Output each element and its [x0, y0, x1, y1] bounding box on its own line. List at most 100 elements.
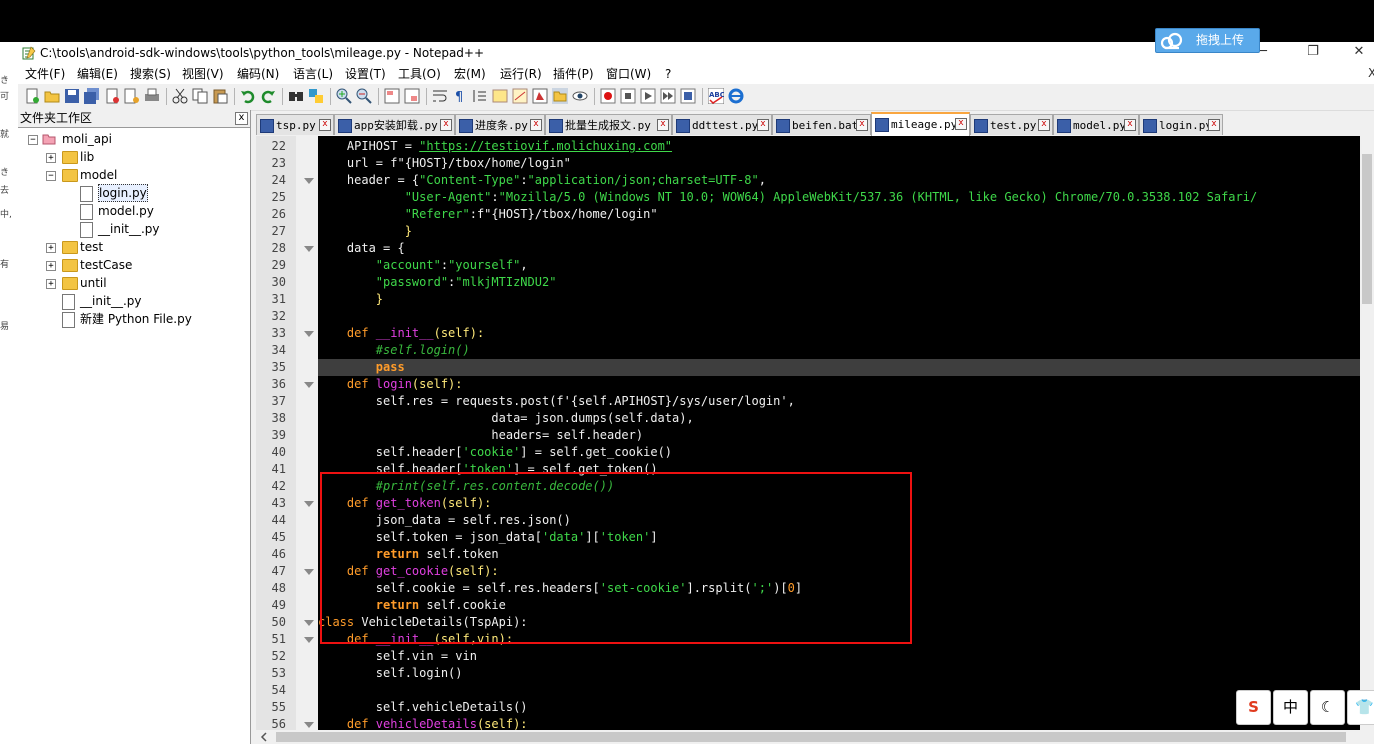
tab-close-icon[interactable]: x	[1038, 119, 1050, 131]
tab-5[interactable]: beifen.bat x	[772, 114, 871, 135]
menu-tools[interactable]: 工具(O)	[398, 66, 441, 82]
menu-edit[interactable]: 编辑(E)	[77, 66, 118, 82]
fold-arrow-icon[interactable]	[304, 382, 314, 388]
save-icon[interactable]	[64, 88, 80, 104]
fold-arrow-icon[interactable]	[304, 178, 314, 184]
tree-expander-icon[interactable]: +	[46, 261, 56, 271]
open-file-icon[interactable]	[44, 88, 60, 104]
vertical-scrollbar[interactable]	[1360, 136, 1374, 730]
tree-expander-icon[interactable]: +	[46, 279, 56, 289]
menu-search[interactable]: 搜索(S)	[130, 66, 171, 82]
function-list-icon[interactable]	[512, 88, 528, 104]
ime-moon-icon[interactable]: ☾	[1310, 690, 1345, 725]
tab-8[interactable]: model.py x	[1053, 114, 1139, 135]
tree-item[interactable]: until	[80, 274, 107, 292]
record-macro-icon[interactable]	[600, 88, 616, 104]
panel-close-button[interactable]: x	[235, 112, 248, 125]
menu-view[interactable]: 视图(V)	[182, 66, 224, 82]
new-file-icon[interactable]	[24, 88, 40, 104]
paste-icon[interactable]	[212, 88, 228, 104]
close-all-icon[interactable]	[124, 88, 140, 104]
tree-item[interactable]: lib	[80, 148, 94, 166]
zoom-out-icon[interactable]	[356, 88, 372, 104]
folder-workspace-icon[interactable]	[532, 88, 548, 104]
ime-chinese-mode-button[interactable]: 中	[1273, 690, 1308, 725]
doc-map-icon[interactable]	[492, 88, 508, 104]
fold-arrow-icon[interactable]	[304, 246, 314, 252]
fold-arrow-icon[interactable]	[304, 722, 314, 728]
code-editor[interactable]: 22 23 24 25 26 27 28 29 30 31 32 33 34 35 36 37 38 39 40 41…	[256, 136, 1374, 744]
restore-button[interactable]: ❐	[1290, 42, 1336, 64]
tab-7[interactable]: test.py x	[970, 114, 1053, 135]
tab-close-icon[interactable]: x	[757, 119, 769, 131]
tree-item[interactable]: login.py	[98, 184, 148, 202]
tree-item[interactable]: moli_api	[62, 130, 112, 148]
stop-macro-icon[interactable]	[620, 88, 636, 104]
drag-upload-button[interactable]: 拖拽上传	[1155, 28, 1260, 53]
show-all-chars-icon[interactable]: ¶	[452, 88, 468, 104]
tree-expander-icon[interactable]: −	[28, 135, 38, 145]
tab-close-icon[interactable]: x	[1208, 119, 1220, 131]
play-macro-icon[interactable]	[640, 88, 656, 104]
menu-settings[interactable]: 设置(T)	[345, 66, 386, 82]
fold-arrow-icon[interactable]	[304, 331, 314, 337]
close-file-icon[interactable]	[104, 88, 120, 104]
copy-icon[interactable]	[192, 88, 208, 104]
indent-guide-icon[interactable]	[472, 88, 488, 104]
tree-expander-icon[interactable]: +	[46, 153, 56, 163]
tab-0[interactable]: tsp.py x	[256, 114, 334, 135]
sync-vertical-icon[interactable]	[384, 88, 400, 104]
tab-close-icon[interactable]: x	[319, 119, 331, 131]
spell-check-icon[interactable]: ABC	[708, 88, 724, 104]
tab-close-icon[interactable]: x	[955, 118, 967, 130]
monitoring-icon[interactable]	[552, 88, 568, 104]
horizontal-scrollbar[interactable]	[256, 730, 1374, 744]
sync-horizontal-icon[interactable]	[404, 88, 420, 104]
find-icon[interactable]	[288, 88, 304, 104]
print-icon[interactable]	[144, 88, 160, 104]
menu-plugins[interactable]: 插件(P)	[553, 66, 594, 82]
tab-3[interactable]: 批量生成报文.py x	[545, 114, 672, 135]
menu-window[interactable]: 窗口(W)	[606, 66, 651, 82]
run-macro-multiple-icon[interactable]	[660, 88, 676, 104]
code-text-area[interactable]: APIHOST = "https://testiovif.molichuxing…	[318, 136, 1360, 744]
tab-6[interactable]: mileage.py x	[871, 112, 970, 138]
tree-expander-icon[interactable]: +	[46, 243, 56, 253]
menu-help[interactable]: ?	[665, 66, 671, 82]
ime-skin-icon[interactable]: 👕	[1347, 690, 1374, 725]
zoom-in-icon[interactable]	[336, 88, 352, 104]
save-macro-icon[interactable]	[680, 88, 696, 104]
fold-arrow-icon[interactable]	[304, 637, 314, 643]
tab-close-icon[interactable]: x	[856, 119, 868, 131]
tree-item[interactable]: __init__.py	[98, 220, 160, 238]
close-document-x[interactable]: X	[1368, 66, 1374, 80]
tree-expander-icon[interactable]: −	[46, 171, 56, 181]
tree-item[interactable]: 新建 Python File.py	[80, 310, 192, 328]
tree-item[interactable]: __init__.py	[80, 292, 142, 310]
vertical-scroll-thumb[interactable]	[1362, 154, 1372, 304]
word-wrap-icon[interactable]	[432, 88, 448, 104]
save-all-icon[interactable]	[84, 88, 100, 104]
menu-language[interactable]: 语言(L)	[293, 66, 333, 82]
tree-item[interactable]: model	[80, 166, 117, 184]
tree-item[interactable]: testCase	[80, 256, 132, 274]
undo-icon[interactable]	[240, 88, 256, 104]
tab-close-icon[interactable]: x	[530, 119, 542, 131]
fold-arrow-icon[interactable]	[304, 620, 314, 626]
redo-icon[interactable]	[260, 88, 276, 104]
tab-4[interactable]: ddttest.py x	[672, 114, 772, 135]
menu-macro[interactable]: 宏(M)	[454, 66, 486, 82]
scroll-left-arrow-icon[interactable]	[259, 732, 269, 742]
fold-arrow-icon[interactable]	[304, 501, 314, 507]
ime-sogou-icon[interactable]: S	[1236, 690, 1271, 725]
tab-2[interactable]: 进度条.py x	[455, 114, 545, 135]
menu-encoding[interactable]: 编码(N)	[237, 66, 279, 82]
eye-icon[interactable]	[572, 88, 588, 104]
tree-item[interactable]: test	[80, 238, 103, 256]
tab-close-icon[interactable]: x	[1124, 119, 1136, 131]
menu-file[interactable]: 文件(F)	[25, 66, 65, 82]
internet-explorer-icon[interactable]	[728, 88, 744, 104]
fold-arrow-icon[interactable]	[304, 569, 314, 575]
tab-9[interactable]: login.py x	[1139, 114, 1223, 135]
close-window-button[interactable]: ✕	[1336, 42, 1374, 64]
